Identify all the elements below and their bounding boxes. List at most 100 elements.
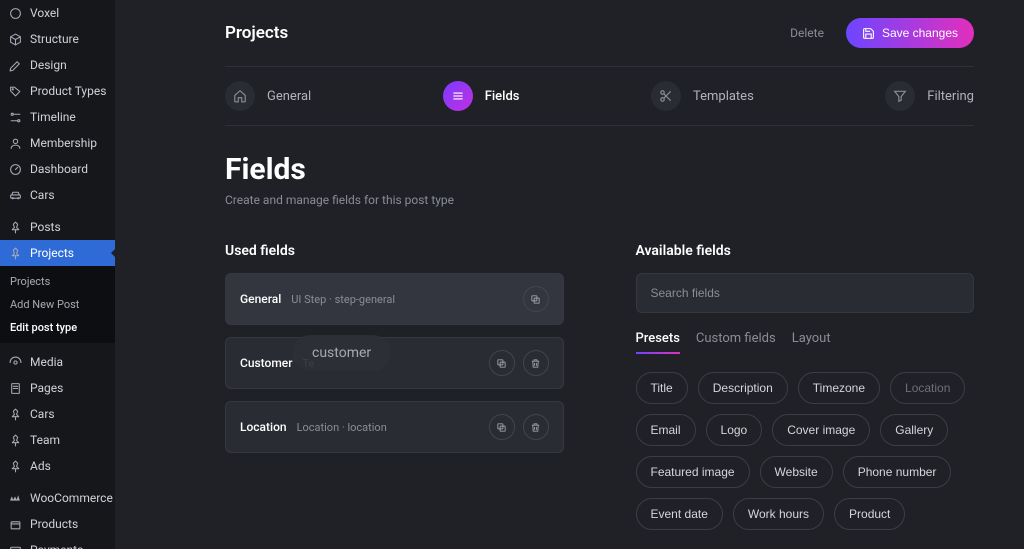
sidebar-item-label: Ads [30, 459, 51, 473]
sidebar-item-product-types[interactable]: Product Types [0, 78, 115, 104]
chip-phone-number[interactable]: Phone number [843, 456, 952, 488]
sidebar-item-timeline[interactable]: Timeline [0, 104, 115, 130]
sidebar-item-label: Projects [30, 246, 74, 260]
sidebar-item-label: Product Types [30, 84, 106, 98]
filter-tabs: Presets Custom fields Layout [636, 331, 975, 354]
field-card-location[interactable]: Location Location · location [225, 401, 564, 453]
section-subtitle: Create and manage fields for this post t… [225, 193, 974, 207]
brush-icon [8, 58, 22, 72]
chip-website[interactable]: Website [760, 456, 833, 488]
field-meta: Location · location [297, 421, 387, 434]
tab-templates[interactable]: Templates [651, 81, 754, 111]
trash-button[interactable] [523, 414, 549, 440]
sidebar-item-membership[interactable]: Membership [0, 130, 115, 156]
chip-featured-image[interactable]: Featured image [636, 456, 750, 488]
chip-work-hours[interactable]: Work hours [733, 498, 824, 530]
available-fields-column: Available fields PresetsCustom fieldsLay… [636, 243, 975, 530]
timeline-icon [8, 110, 22, 124]
sidebar-item-structure[interactable]: Structure [0, 26, 115, 52]
scissors-icon [651, 81, 681, 111]
sidebar-item-cars[interactable]: Cars [0, 401, 115, 427]
sidebar-item-label: Pages [30, 381, 63, 395]
tab-fields[interactable]: Fields [443, 81, 520, 111]
sidebar-item-label: Products [30, 517, 78, 531]
tab-general[interactable]: General [225, 81, 311, 111]
sidebar-item-payments[interactable]: Payments [0, 537, 115, 549]
card-icon [8, 543, 22, 549]
used-fields-heading: Used fields [225, 243, 564, 259]
pin-icon [8, 433, 22, 447]
section-title: Fields [225, 152, 974, 187]
field-meta: UI Step · step-general [291, 293, 395, 306]
sidebar-item-label: WooCommerce [30, 491, 113, 505]
sidebar-sub-add-new-post[interactable]: Add New Post [0, 293, 115, 316]
sidebar-item-pages[interactable]: Pages [0, 375, 115, 401]
field-card-customer[interactable]: CustomerTecustomer [225, 337, 564, 389]
box-icon [8, 517, 22, 531]
field-actions [523, 286, 549, 312]
filter-tab-presets[interactable]: Presets [636, 331, 680, 354]
chip-email[interactable]: Email [636, 414, 696, 446]
field-label: Location [240, 420, 287, 434]
header-actions: Delete Save changes [790, 18, 974, 48]
filter-tab-layout[interactable]: Layout [792, 331, 831, 354]
tab-label: Fields [485, 89, 520, 104]
sidebar-item-label: Timeline [30, 110, 76, 124]
tabbar: General Fields Templates Filtering [225, 66, 974, 126]
woocommerce-icon [8, 491, 22, 505]
chip-logo[interactable]: Logo [706, 414, 763, 446]
chip-cover-image[interactable]: Cover image [772, 414, 870, 446]
field-label: General [240, 292, 281, 306]
pin-icon [8, 246, 22, 260]
columns: Used fields General UI Step · step-genera… [225, 243, 974, 530]
tag-icon [8, 84, 22, 98]
used-fields-column: Used fields General UI Step · step-genera… [225, 243, 564, 530]
filter-tab-custom-fields[interactable]: Custom fields [696, 331, 776, 354]
field-card-general[interactable]: General UI Step · step-general [225, 273, 564, 325]
save-button[interactable]: Save changes [846, 18, 974, 48]
search-input[interactable] [636, 273, 975, 313]
delete-button[interactable]: Delete [790, 26, 824, 40]
sidebar-item-label: Voxel [30, 6, 59, 20]
field-label: Customer [240, 356, 292, 370]
sidebar-item-dashboard[interactable]: Dashboard [0, 156, 115, 182]
tab-filtering[interactable]: Filtering [885, 81, 974, 111]
copy-button[interactable] [523, 286, 549, 312]
copy-button[interactable] [489, 350, 515, 376]
chip-timezone[interactable]: Timezone [798, 372, 880, 404]
pin-icon [8, 407, 22, 421]
chip-location: Location [890, 372, 965, 404]
sidebar-item-design[interactable]: Design [0, 52, 115, 78]
home-icon [225, 81, 255, 111]
sidebar-item-cars[interactable]: Cars [0, 182, 115, 208]
car-icon [8, 188, 22, 202]
chip-gallery[interactable]: Gallery [880, 414, 948, 446]
chip-event-date[interactable]: Event date [636, 498, 723, 530]
sidebar-item-posts[interactable]: Posts [0, 214, 115, 240]
field-actions [489, 414, 549, 440]
sidebar-item-team[interactable]: Team [0, 427, 115, 453]
trash-button[interactable] [523, 350, 549, 376]
chip-description[interactable]: Description [698, 372, 788, 404]
copy-button[interactable] [489, 414, 515, 440]
sidebar-sub-edit-post-type[interactable]: Edit post type [0, 316, 115, 339]
gauge-icon [8, 162, 22, 176]
field-actions [489, 350, 549, 376]
sidebar-item-label: Cars [30, 407, 55, 421]
media-icon [8, 355, 22, 369]
sidebar: Voxel StructureDesign Product Types Timelin… [0, 0, 115, 549]
chip-product[interactable]: Product [834, 498, 905, 530]
chip-title[interactable]: Title [636, 372, 688, 404]
save-label: Save changes [882, 26, 958, 40]
sidebar-submenu: ProjectsAdd New PostEdit post type [0, 266, 115, 343]
sidebar-item-voxel[interactable]: Voxel [0, 0, 115, 26]
sidebar-item-woocommerce[interactable]: WooCommerce [0, 485, 115, 511]
header: Projects Delete Save changes [225, 18, 974, 48]
main-content: Projects Delete Save changes General Fiel… [115, 0, 1024, 549]
sidebar-item-products[interactable]: Products [0, 511, 115, 537]
sidebar-item-projects[interactable]: Projects [0, 240, 115, 266]
sidebar-item-ads[interactable]: Ads [0, 453, 115, 479]
sidebar-sub-projects[interactable]: Projects [0, 270, 115, 293]
sidebar-item-media[interactable]: Media [0, 349, 115, 375]
sidebar-item-label: Membership [30, 136, 97, 150]
